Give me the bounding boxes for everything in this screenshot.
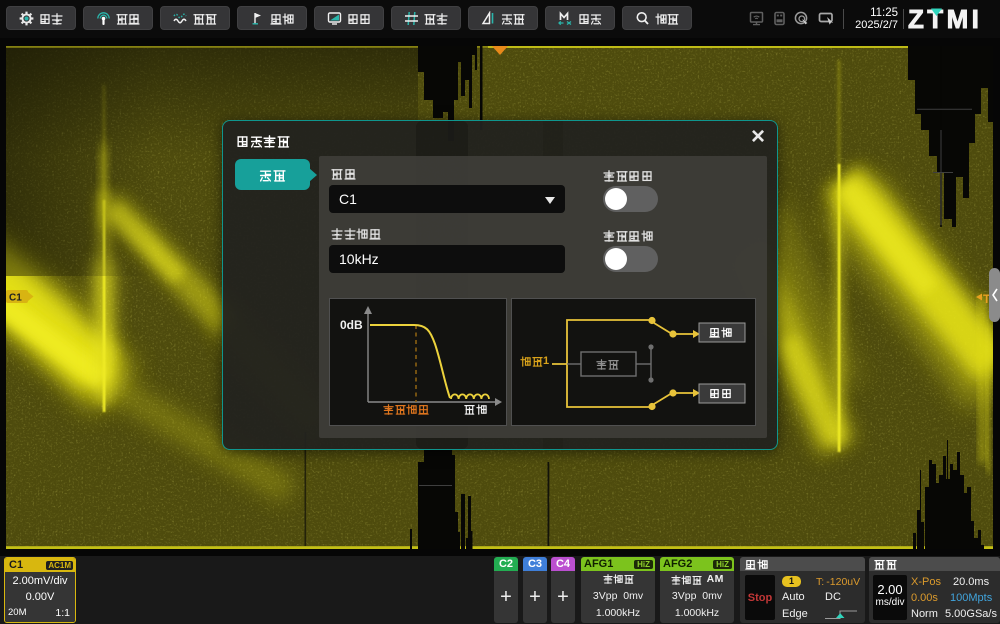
svg-text:ZTMI: ZTMI <box>908 6 982 32</box>
svg-text:C1: C1 <box>9 293 22 304</box>
svg-text:0dB: 0dB <box>340 318 363 332</box>
